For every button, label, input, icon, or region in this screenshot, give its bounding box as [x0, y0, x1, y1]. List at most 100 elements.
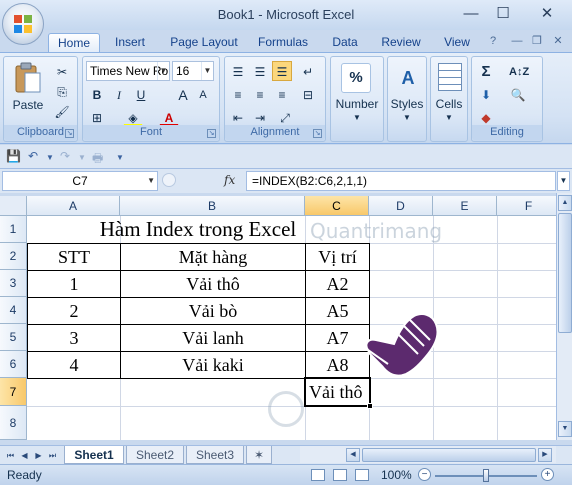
format-painter-icon[interactable]: 🖌 [52, 101, 72, 121]
ribbon-minimize-icon[interactable]: — [510, 34, 524, 48]
underline-button[interactable]: U [131, 84, 151, 104]
horizontal-scroll-thumb[interactable] [362, 448, 536, 462]
select-all-corner[interactable] [0, 196, 27, 216]
chevron-down-icon[interactable]: ▼ [46, 153, 54, 162]
align-center-icon[interactable]: ≡ [250, 84, 270, 104]
align-middle-icon[interactable]: ☰ [250, 61, 270, 81]
merge-center-icon[interactable]: ⊟ [298, 84, 318, 104]
clipboard-launcher-icon[interactable]: ↘ [65, 129, 74, 138]
zoom-level[interactable]: 100% [381, 468, 412, 482]
horizontal-scrollbar[interactable]: ◀ ▶ [300, 445, 556, 463]
orientation-icon[interactable]: ⤢ [275, 107, 295, 127]
row-header-7[interactable]: 7 [0, 378, 27, 406]
normal-view-icon[interactable] [311, 469, 325, 481]
formula-input[interactable]: =INDEX(B2:C6,2,1,1) [246, 171, 556, 191]
sheet-tab-1[interactable]: Sheet1 [64, 446, 124, 464]
align-left-icon[interactable]: ≡ [228, 84, 248, 104]
column-header-f[interactable]: F [497, 196, 556, 216]
tab-formulas[interactable]: Formulas [252, 33, 314, 52]
scroll-down-icon[interactable]: ▼ [558, 421, 572, 437]
find-select-icon[interactable]: 🔍 [508, 84, 528, 104]
number-group[interactable]: % Number ▼ [330, 56, 384, 142]
table-cell[interactable]: Vải thô [120, 270, 306, 298]
autosum-icon[interactable]: Σ [476, 61, 496, 81]
page-layout-view-icon[interactable] [333, 469, 347, 481]
align-right-icon[interactable]: ≡ [272, 84, 292, 104]
tab-insert[interactable]: Insert [107, 33, 153, 52]
tab-view[interactable]: View [437, 33, 477, 52]
row-header-4[interactable]: 4 [0, 297, 27, 324]
font-color-icon[interactable]: A [159, 107, 179, 127]
shrink-font-button[interactable]: A [193, 84, 213, 104]
formula-expand-icon[interactable]: ▼ [557, 171, 570, 191]
column-header-e[interactable]: E [433, 196, 497, 216]
fill-handle[interactable] [367, 403, 373, 409]
vertical-scroll-thumb[interactable] [558, 213, 572, 333]
help-icon[interactable]: ? [486, 34, 500, 48]
fx-icon[interactable]: fx [224, 173, 235, 187]
insert-sheet-icon[interactable]: ✶ [246, 446, 272, 464]
tab-page-layout[interactable]: Page Layout [164, 33, 244, 52]
save-icon[interactable]: 💾 [6, 149, 21, 163]
clear-icon[interactable]: ◆ [476, 107, 496, 127]
table-cell[interactable]: Vải kaki [120, 351, 306, 379]
last-sheet-icon[interactable]: ⏭ [46, 449, 59, 462]
cut-icon[interactable]: ✂ [52, 61, 72, 81]
first-sheet-icon[interactable]: ⏮ [4, 449, 17, 462]
table-cell[interactable]: Vải bò [120, 297, 306, 325]
column-header-a[interactable]: A [27, 196, 120, 216]
decrease-indent-icon[interactable]: ⇤ [228, 107, 248, 127]
align-bottom-icon[interactable]: ☰ [272, 61, 292, 81]
scroll-right-icon[interactable]: ▶ [538, 448, 552, 462]
fx-cancel-icon[interactable] [162, 173, 176, 187]
grow-font-button[interactable]: A [173, 84, 193, 104]
scroll-up-icon[interactable]: ▲ [558, 195, 572, 211]
font-name-combo[interactable]: Times New Ro ▼ [86, 61, 170, 81]
print-preview-icon[interactable]: 🖶 [92, 149, 103, 170]
paste-button[interactable]: Paste [10, 61, 46, 119]
redo-icon[interactable]: ↷ [60, 149, 70, 163]
tab-review[interactable]: Review [374, 33, 428, 52]
table-cell[interactable]: A2 [305, 270, 370, 298]
row-header-6[interactable]: 6 [0, 351, 27, 378]
increase-indent-icon[interactable]: ⇥ [250, 107, 270, 127]
scroll-left-icon[interactable]: ◀ [346, 448, 360, 462]
table-cell[interactable]: Vải lanh [120, 324, 306, 352]
chevron-down-icon[interactable]: ▼ [78, 153, 86, 162]
font-size-combo[interactable]: 16 ▼ [172, 61, 214, 81]
align-top-icon[interactable]: ☰ [228, 61, 248, 81]
column-header-c[interactable]: C [305, 196, 369, 216]
alignment-launcher-icon[interactable]: ↘ [313, 129, 322, 138]
row-header-2[interactable]: 2 [0, 243, 27, 270]
row-header-3[interactable]: 3 [0, 270, 27, 297]
row-header-5[interactable]: 5 [0, 324, 27, 351]
table-cell[interactable]: 4 [27, 351, 121, 379]
row-header-1[interactable]: 1 [0, 216, 27, 243]
fill-color-icon[interactable]: ◈ [123, 107, 143, 127]
fill-icon[interactable]: ⬇ [476, 84, 496, 104]
column-header-d[interactable]: D [369, 196, 433, 216]
borders-icon[interactable]: ⊞ [87, 107, 107, 127]
sort-filter-icon[interactable]: A↕Z [508, 61, 529, 81]
zoom-in-icon[interactable]: + [541, 468, 554, 481]
zoom-out-icon[interactable]: − [418, 468, 431, 481]
minimize-button[interactable]: — [457, 4, 485, 24]
maximize-button[interactable]: ☐ [489, 4, 517, 24]
workbook-close-icon[interactable]: ✕ [551, 34, 565, 48]
name-box[interactable]: C7 ▼ [2, 171, 158, 191]
sheet-tab-3[interactable]: Sheet3 [186, 446, 244, 464]
tab-home[interactable]: Home [48, 33, 100, 52]
office-button[interactable] [2, 3, 44, 45]
bold-button[interactable]: B [87, 84, 107, 104]
sheet-tab-2[interactable]: Sheet2 [126, 446, 184, 464]
header-mat-hang[interactable]: Mặt hàng [120, 243, 306, 271]
table-cell[interactable]: 2 [27, 297, 121, 325]
prev-sheet-icon[interactable]: ◀ [18, 449, 31, 462]
wrap-text-icon[interactable]: ↵ [298, 61, 318, 81]
sheet-title-cell[interactable]: Hàm Index trong Excel [27, 216, 369, 243]
next-sheet-icon[interactable]: ▶ [32, 449, 45, 462]
vertical-scrollbar[interactable]: ▲ ▼ [556, 193, 572, 440]
font-launcher-icon[interactable]: ↘ [207, 129, 216, 138]
header-vi-tri[interactable]: Vị trí [305, 243, 370, 271]
table-cell[interactable]: 3 [27, 324, 121, 352]
